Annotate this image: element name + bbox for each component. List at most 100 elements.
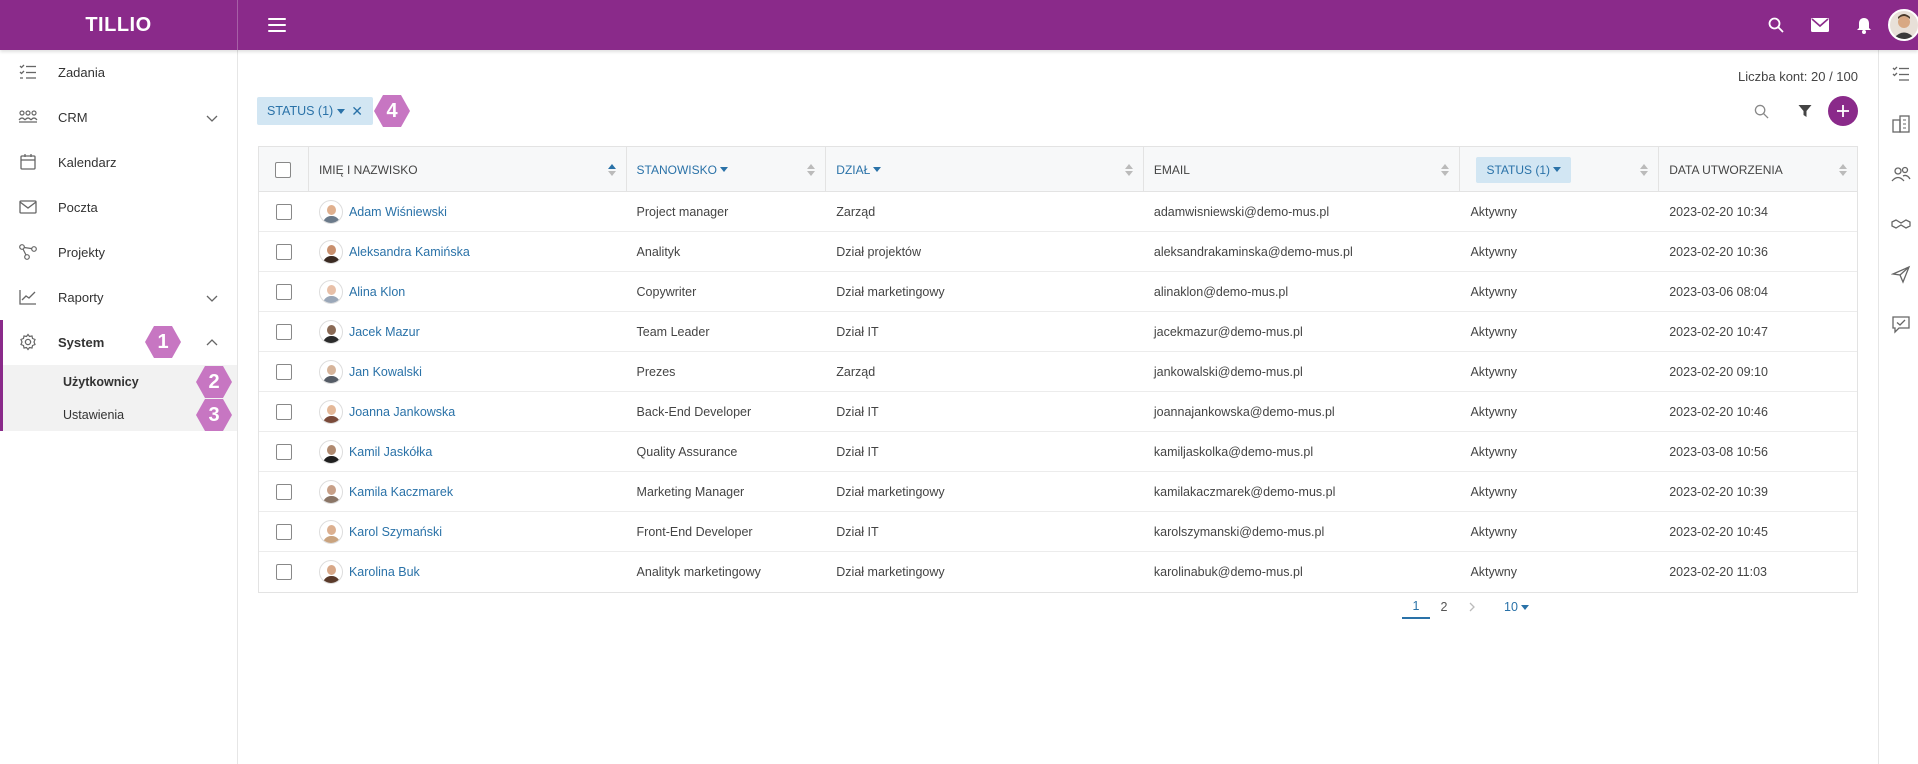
search-icon[interactable] [1754, 0, 1798, 50]
table-row[interactable]: Adam Wiśniewski Project manager Zarząd a… [259, 192, 1857, 232]
position-cell: Copywriter [636, 284, 697, 299]
row-checkbox[interactable] [275, 323, 292, 340]
chart-icon [19, 290, 36, 305]
status-filter-chip[interactable]: STATUS (1) ✕ [257, 97, 373, 125]
select-all-checkbox[interactable] [275, 161, 292, 178]
row-checkbox[interactable] [275, 283, 292, 300]
table-row[interactable]: Jacek Mazur Team Leader Dział IT jacekma… [259, 312, 1857, 352]
send-icon[interactable] [1891, 264, 1911, 284]
table-row[interactable]: Aleksandra Kamińska Analityk Dział proje… [259, 232, 1857, 272]
created-cell: 2023-03-08 10:56 [1669, 444, 1768, 459]
column-header-status[interactable]: STATUS (1) [1460, 147, 1660, 192]
user-name-link[interactable]: Karol Szymański [349, 525, 442, 539]
handshake-icon[interactable] [1891, 214, 1911, 234]
search-icon[interactable] [1748, 98, 1774, 124]
page-size-select[interactable]: 10 [1504, 600, 1529, 614]
position-cell: Analityk marketingowy [636, 565, 761, 579]
close-icon[interactable]: ✕ [351, 103, 363, 120]
account-count: Liczba kont: 20 / 100 [1738, 69, 1858, 84]
page-2-button[interactable]: 2 [1430, 595, 1458, 619]
notifications-bell-icon[interactable] [1842, 0, 1886, 50]
next-page-button[interactable] [1458, 595, 1486, 619]
row-checkbox[interactable] [275, 483, 292, 500]
table-row[interactable]: Alina Klon Copywriter Dział marketingowy… [259, 272, 1857, 312]
column-header-label: IMIĘ I NAZWISKO [318, 162, 418, 177]
column-header-email[interactable]: EMAIL [1144, 147, 1461, 192]
sidebar-item-poczta[interactable]: Poczta [0, 185, 237, 230]
sort-asc-icon[interactable] [607, 163, 616, 177]
row-checkbox[interactable] [275, 564, 292, 580]
menu-toggle-icon[interactable] [268, 18, 286, 32]
user-name-link[interactable]: Kamila Kaczmarek [349, 485, 453, 499]
user-name-link[interactable]: Adam Wiśniewski [349, 205, 447, 219]
column-header-position[interactable]: STANOWISKO [627, 147, 827, 192]
table-row[interactable]: Jan Kowalski Prezes Zarząd jankowalski@d… [259, 352, 1857, 392]
sidebar: Zadania CRM Kalendarz Poczta Projekty Ra… [0, 50, 238, 764]
created-cell: 2023-02-20 10:36 [1669, 244, 1768, 259]
sidebar-item-crm[interactable]: CRM [0, 95, 237, 140]
select-all-cell [259, 147, 309, 192]
sidebar-subitem-uzytkownicy[interactable]: Użytkownicy 2 [0, 365, 237, 398]
position-cell: Marketing Manager [636, 484, 745, 499]
page-1-button[interactable]: 1 [1402, 595, 1430, 619]
brand-name: TILLIO [85, 13, 152, 36]
row-checkbox[interactable] [275, 203, 292, 220]
sort-icon[interactable] [1124, 163, 1133, 177]
sidebar-item-raporty[interactable]: Raporty [0, 275, 237, 320]
table-row[interactable]: Joanna Jankowska Back-End Developer Dzia… [259, 392, 1857, 432]
row-checkbox[interactable] [275, 523, 292, 540]
table-row[interactable]: Karol Szymański Front-End Developer Dzia… [259, 512, 1857, 552]
table-row[interactable]: Karolina Buk Analityk marketingowy Dział… [259, 552, 1857, 592]
user-name-link[interactable]: Alina Klon [349, 285, 405, 299]
user-name-link[interactable]: Karolina Buk [349, 565, 420, 579]
department-cell: Dział IT [836, 524, 879, 539]
status-column-filter[interactable]: STATUS (1) [1476, 156, 1572, 183]
email-cell: karolinabuk@demo-mus.pl [1153, 565, 1303, 579]
department-cell: Zarząd [836, 364, 876, 379]
row-checkbox[interactable] [275, 363, 292, 380]
comment-check-icon[interactable] [1891, 314, 1911, 334]
column-header-created[interactable]: DATA UTWORZENIA [1659, 147, 1857, 192]
created-cell: 2023-02-20 10:46 [1669, 404, 1768, 419]
sidebar-item-label: System [58, 335, 105, 350]
brand-logo[interactable]: TILLIO [0, 0, 238, 50]
created-cell: 2023-02-20 10:34 [1669, 204, 1768, 219]
user-name-link[interactable]: Jacek Mazur [349, 325, 420, 339]
row-checkbox[interactable] [275, 243, 292, 260]
sort-icon[interactable] [807, 163, 816, 177]
sidebar-item-label: CRM [58, 110, 88, 125]
tasks-icon[interactable] [1891, 64, 1911, 84]
row-checkbox[interactable] [275, 443, 292, 460]
people-icon[interactable] [1891, 164, 1911, 184]
sidebar-subitem-label: Ustawienia [63, 407, 125, 422]
add-user-button[interactable] [1828, 96, 1858, 126]
user-name-link[interactable]: Joanna Jankowska [349, 405, 455, 419]
sidebar-item-zadania[interactable]: Zadania [0, 50, 237, 95]
avatar [318, 359, 343, 384]
user-name-link[interactable]: Kamil Jaskółka [349, 445, 432, 459]
user-avatar[interactable] [1888, 9, 1918, 41]
page-size-value: 10 [1504, 600, 1518, 614]
sidebar-item-system[interactable]: System 1 [0, 320, 237, 365]
buildings-icon[interactable] [1891, 114, 1911, 134]
sort-icon[interactable] [1838, 163, 1847, 177]
sidebar-item-projekty[interactable]: Projekty [0, 230, 237, 275]
sort-icon[interactable] [1441, 163, 1450, 177]
sidebar-subitem-ustawienia[interactable]: Ustawienia 3 [0, 398, 237, 431]
column-header-label: STATUS (1) [1486, 162, 1551, 177]
table-row[interactable]: Kamila Kaczmarek Marketing Manager Dział… [259, 472, 1857, 512]
table-row[interactable]: Kamil Jaskółka Quality Assurance Dział I… [259, 432, 1857, 472]
tasks-icon [19, 64, 36, 79]
column-header-label: STANOWISKO [636, 162, 717, 177]
column-header-department[interactable]: DZIAŁ [826, 147, 1144, 192]
mail-icon[interactable] [1798, 0, 1842, 50]
row-checkbox[interactable] [275, 403, 292, 420]
user-name-link[interactable]: Jan Kowalski [349, 365, 422, 379]
department-cell: Dział marketingowy [836, 484, 945, 499]
filter-icon[interactable] [1792, 98, 1818, 124]
sidebar-item-kalendarz[interactable]: Kalendarz [0, 140, 237, 185]
top-bar: TILLIO [0, 0, 1918, 50]
sort-icon[interactable] [1640, 163, 1649, 177]
column-header-name[interactable]: IMIĘ I NAZWISKO [309, 147, 627, 192]
user-name-link[interactable]: Aleksandra Kamińska [349, 245, 470, 259]
